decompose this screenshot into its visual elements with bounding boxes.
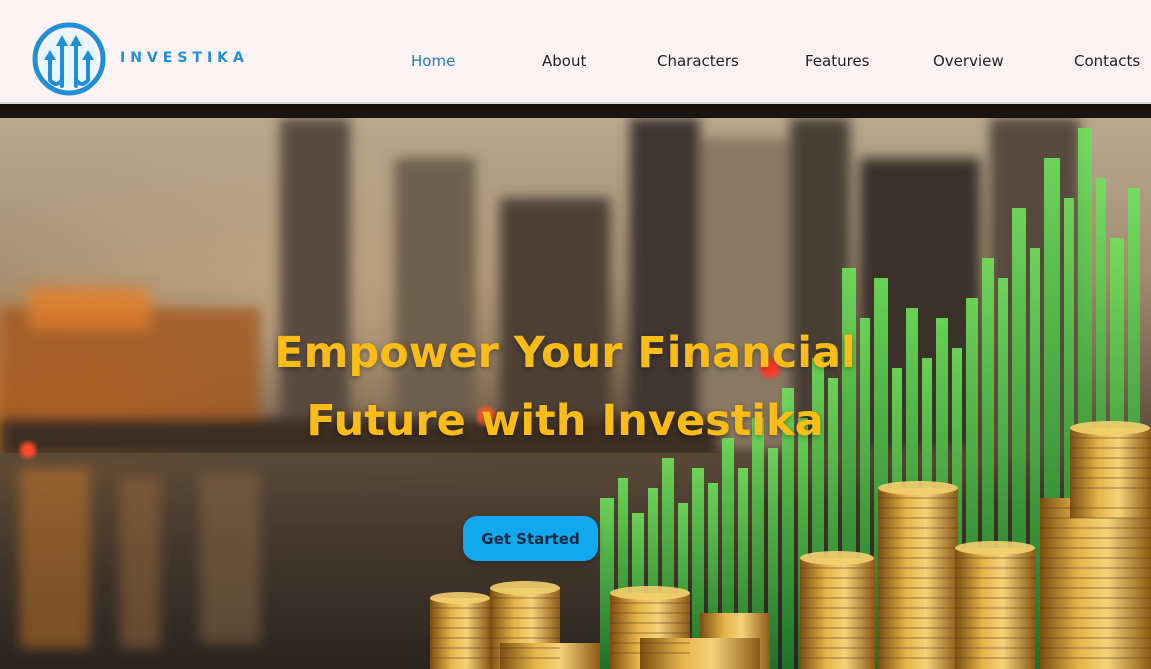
hero-headline-line-1: Empower Your Financial bbox=[274, 327, 856, 378]
hero-section: Empower Your Financial Future with Inves… bbox=[0, 118, 1151, 669]
get-started-button[interactable]: Get Started bbox=[463, 516, 598, 561]
nav-overview[interactable]: Overview bbox=[933, 52, 1004, 70]
site-header: INVESTIKA Home About Characters Features… bbox=[0, 0, 1151, 104]
main-nav: Home About Characters Features Overview … bbox=[0, 52, 1151, 74]
nav-about[interactable]: About bbox=[542, 52, 586, 70]
hero-headline-line-2: Future with Investika bbox=[306, 395, 824, 446]
nav-home[interactable]: Home bbox=[411, 52, 455, 70]
nav-characters[interactable]: Characters bbox=[657, 52, 739, 70]
nav-features[interactable]: Features bbox=[805, 52, 870, 70]
hero-headline: Empower Your Financial Future with Inves… bbox=[230, 319, 900, 455]
nav-contacts[interactable]: Contacts bbox=[1074, 52, 1140, 70]
